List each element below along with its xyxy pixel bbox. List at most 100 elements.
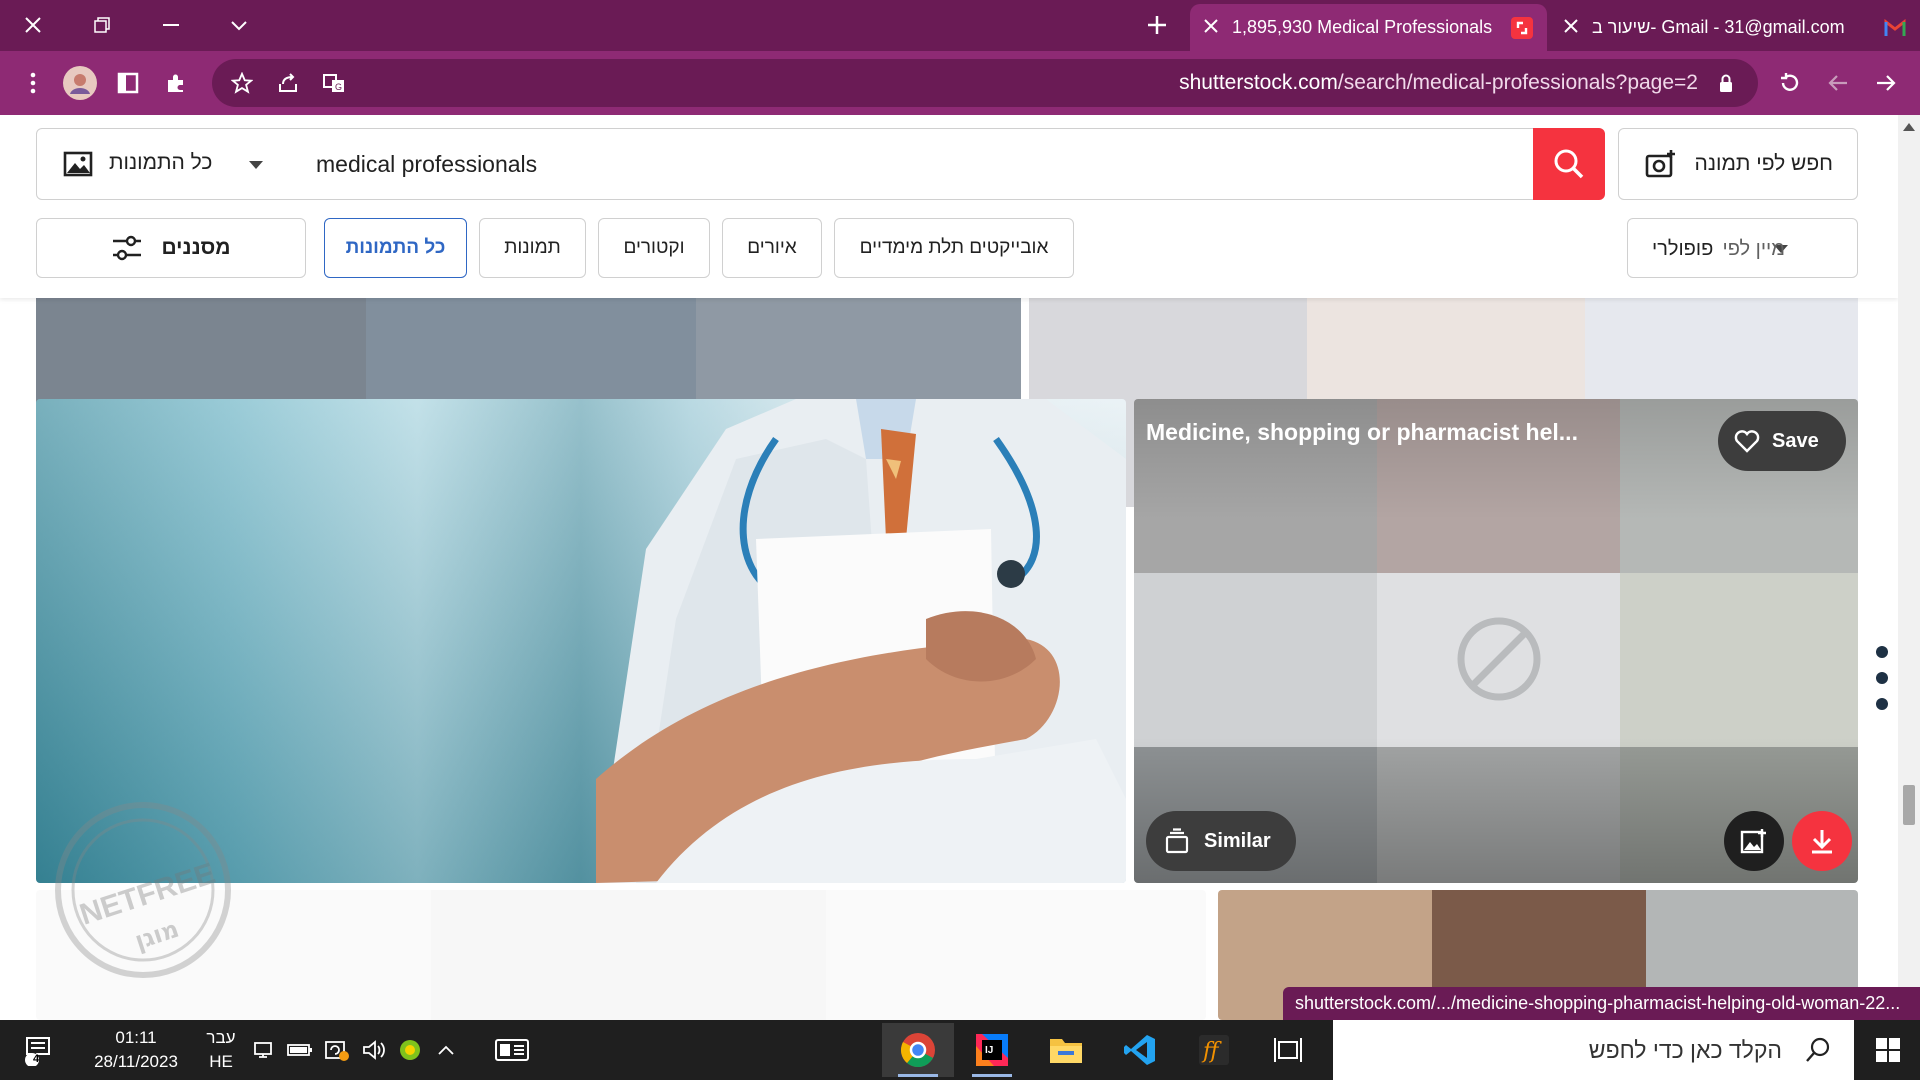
carousel-dot[interactable] [1876,646,1888,658]
download-button[interactable] [1792,811,1852,871]
category-select[interactable]: כל התמונות [36,128,289,200]
svg-text:G: G [335,82,342,92]
share-icon[interactable] [270,65,306,101]
intellij-taskbar-icon[interactable]: IJ [956,1023,1028,1077]
image-search-label: חפש לפי תמונה [1694,152,1833,175]
sort-prefix: מיין לפי [1722,238,1785,260]
filters-label: מסננים [161,236,231,259]
filters-button[interactable]: מסננים [36,218,306,278]
save-label: Save [1772,429,1819,452]
show-hidden-icons-chevron-icon[interactable] [430,1020,462,1080]
fontforge-taskbar-icon[interactable]: ff [1178,1023,1250,1077]
vscode-taskbar-icon[interactable] [1104,1023,1176,1077]
back-arrow-icon[interactable] [1868,65,1904,101]
similar-button[interactable]: Similar [1146,811,1296,871]
network-icon[interactable] [250,1020,280,1080]
side-panel-icon[interactable] [110,65,146,101]
watermark-text: NETFREE [76,857,219,932]
extensions-puzzle-icon[interactable] [158,65,194,101]
image-edit-icon [1740,828,1768,854]
close-tab-icon[interactable] [1564,17,1578,38]
new-tab-icon[interactable] [1140,8,1174,42]
lock-icon[interactable] [1708,65,1744,101]
minimize-window-icon[interactable] [154,8,188,42]
netfree-watermark: NETFREE מוגן [48,795,238,985]
chip-all-images[interactable]: כל התמונות [324,218,467,278]
clock-date: 28/11/2023 [94,1052,178,1071]
scroll-up-arrow-icon[interactable] [1903,123,1915,131]
volume-icon[interactable] [358,1020,390,1080]
address-bar[interactable]: G shutterstock.com/search/medical-profes… [212,59,1758,107]
shutterstock-icon [1511,16,1533,39]
restore-window-icon[interactable] [85,8,119,42]
chip-3d-objects[interactable]: אובייקטים תלת מימדיים [834,218,1074,278]
lang-code: HE [209,1052,233,1071]
task-view-icon[interactable] [1252,1023,1324,1077]
url-host: shutterstock.com [1179,71,1338,94]
download-icon [1808,827,1836,855]
news-widget-icon[interactable] [488,1020,536,1080]
unavailable-icon [1454,614,1544,709]
carousel-dot[interactable] [1876,672,1888,684]
scroll-thumb[interactable] [1903,785,1915,825]
caret-down-icon [249,161,263,169]
tab-shutterstock[interactable]: 1,895,930 Medical Professionals [1190,4,1547,51]
page-scrollbar[interactable] [1898,115,1920,1020]
file-explorer-taskbar-icon[interactable] [1030,1023,1102,1077]
chrome-taskbar-icon[interactable] [882,1023,954,1077]
clock[interactable]: 01:11 28/11/2023 [86,1026,186,1074]
search-by-image-button[interactable]: חפש לפי תמונה [1618,128,1858,200]
windows-taskbar: 4 01:11 28/11/2023 עבר HE IJ ff הקלד כאן… [0,1020,1920,1080]
taskbar-search-placeholder: הקלד כאן כדי לחפש [1588,1037,1782,1063]
tab-gmail[interactable]: שיעור ב- Gmail - 31@gmail.com [1550,4,1920,51]
close-tab-icon[interactable] [1204,17,1218,38]
search-icon [1553,148,1585,180]
reload-icon[interactable] [1772,65,1808,101]
clock-time: 01:11 [115,1028,157,1047]
tab-title: 1,895,930 Medical Professionals [1232,17,1493,37]
notification-count: 4 [33,1053,40,1065]
watermark-sub: מוגן [131,915,182,955]
search-icon [1804,1036,1832,1064]
sort-select[interactable]: פופולרי מיין לפי [1627,218,1858,278]
tab-title: שיעור ב- Gmail - 31@gmail.com [1592,17,1845,37]
browser-toolbar: G shutterstock.com/search/medical-profes… [0,51,1920,115]
image-tile-hovered[interactable]: Medicine, shopping or pharmacist hel... … [1134,399,1858,883]
lang-script: עבר [206,1028,236,1047]
svg-text:IJ: IJ [985,1045,993,1056]
browser-menu-icon[interactable] [15,65,51,101]
chip-illustrations[interactable]: איורים [722,218,822,278]
windows-start-icon[interactable] [1856,1020,1920,1080]
sliders-icon [111,234,143,262]
forward-arrow-icon[interactable] [1820,65,1856,101]
camera-add-icon [1645,149,1677,179]
close-window-icon[interactable] [16,8,50,42]
carousel-dot[interactable] [1876,698,1888,710]
tab-search-chevron-icon[interactable] [222,8,256,42]
similar-stack-icon [1164,828,1190,854]
taskbar-search-box[interactable]: הקלד כאן כדי לחפש [1333,1020,1854,1080]
translate-icon[interactable]: G [316,65,352,101]
chip-vectors[interactable]: וקטורים [598,218,710,278]
battery-icon[interactable] [285,1020,315,1080]
chip-photos[interactable]: תמונות [479,218,586,278]
carousel-dots[interactable] [1876,646,1888,724]
notification-center-icon[interactable]: 4 [16,1020,60,1080]
image-title: Medicine, shopping or pharmacist hel... [1146,419,1578,445]
gmail-icon [1884,17,1906,39]
search-query: medical professionals [316,150,538,177]
status-bar-url: shutterstock.com/.../medicine-shopping-p… [1283,987,1920,1021]
sort-label: פופולרי [1652,238,1714,260]
netfree-tray-icon[interactable] [394,1020,426,1080]
heart-icon [1734,429,1760,453]
search-input[interactable]: medical professionals [288,128,1535,200]
search-button[interactable] [1533,128,1605,200]
search-header: כל התמונות medical professionals חפש לפי… [0,115,1898,298]
browser-title-bar: 1,895,930 Medical Professionals שיעור ב-… [0,0,1920,51]
edit-image-button[interactable] [1724,811,1784,871]
update-status-icon[interactable] [321,1020,353,1080]
language-indicator[interactable]: עבר HE [205,1026,237,1074]
save-button[interactable]: Save [1718,411,1846,471]
profile-avatar[interactable] [63,66,97,100]
bookmark-star-icon[interactable] [224,65,260,101]
